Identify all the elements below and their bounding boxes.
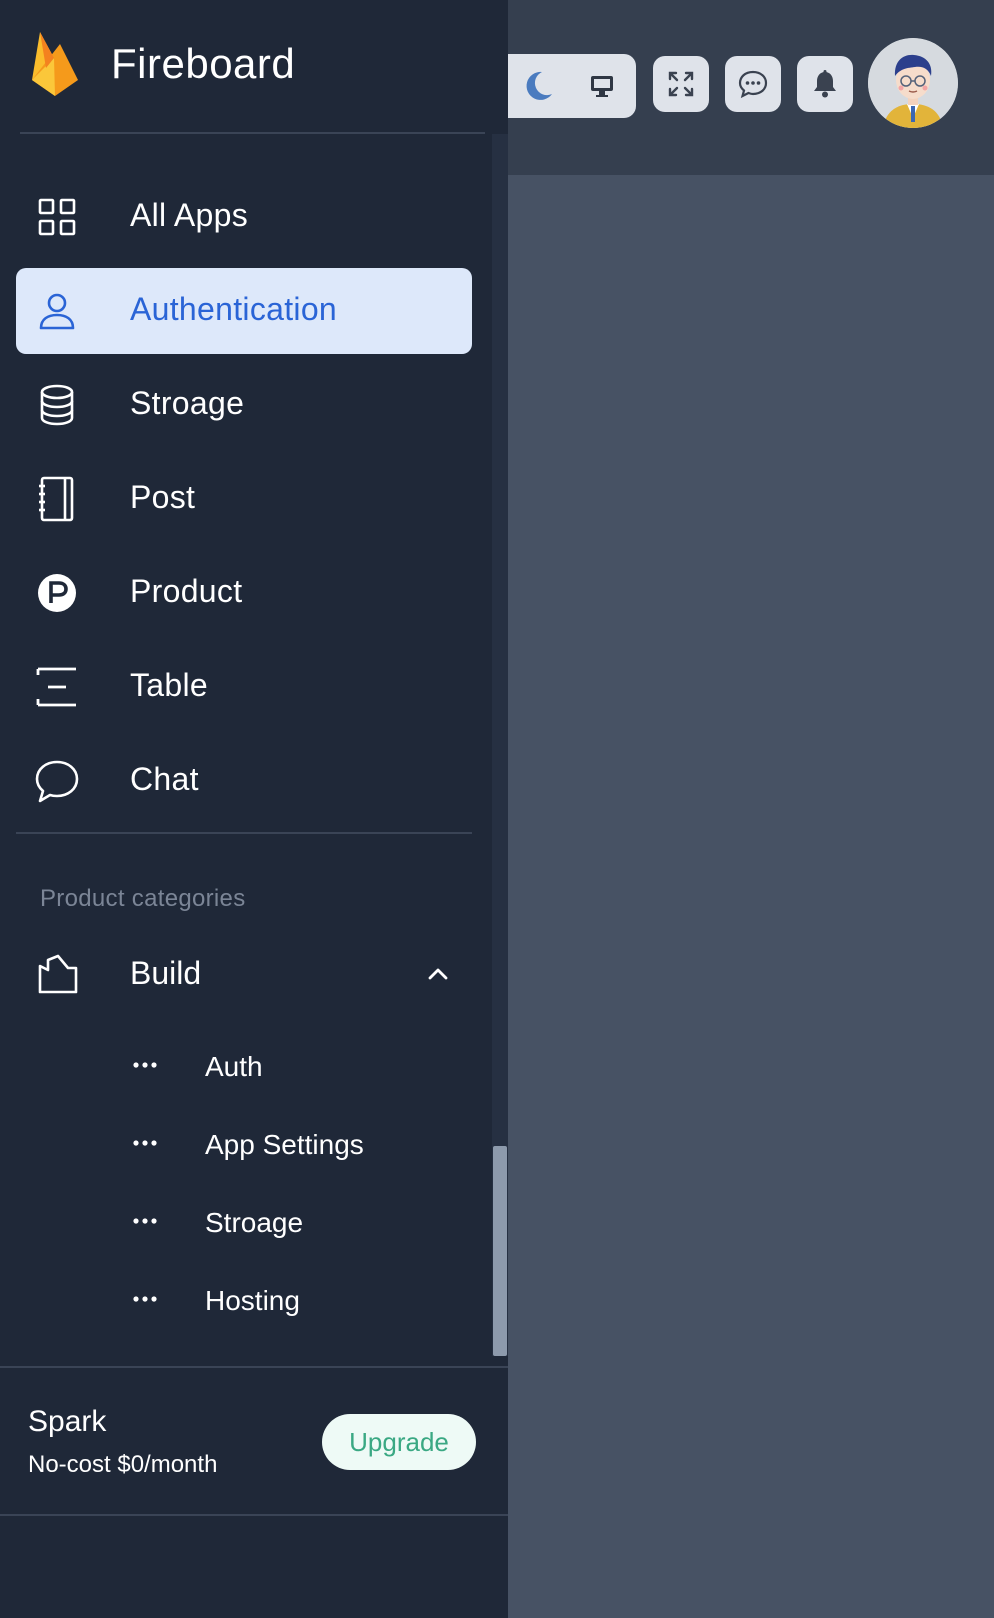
firebase-flame-icon bbox=[32, 32, 78, 96]
build-icon bbox=[38, 954, 78, 994]
sub-item-hosting[interactable]: Hosting bbox=[120, 1268, 470, 1332]
divider bbox=[0, 1514, 508, 1516]
grid-icon bbox=[34, 194, 80, 240]
divider bbox=[16, 832, 472, 834]
messages-button[interactable] bbox=[725, 56, 781, 112]
nav-item-authentication[interactable]: Authentication bbox=[16, 268, 472, 354]
nav-item-all-apps[interactable]: All Apps bbox=[16, 174, 472, 260]
chat-icon bbox=[738, 70, 768, 99]
nav-item-table[interactable]: Table bbox=[16, 644, 472, 730]
monitor-icon[interactable] bbox=[588, 72, 616, 100]
plan-name: Spark bbox=[28, 1405, 107, 1438]
notebook-icon bbox=[34, 476, 80, 522]
sub-item-label: App Settings bbox=[205, 1129, 364, 1160]
sidebar: Fireboard All Apps Authentication Stroag… bbox=[0, 0, 508, 1618]
nav-group-build[interactable]: Build bbox=[16, 932, 472, 1018]
nav-item-label: Authentication bbox=[130, 291, 338, 327]
plan-price: No-cost $0/month bbox=[28, 1451, 218, 1478]
bell-icon bbox=[814, 70, 836, 98]
nav-item-storage[interactable]: Stroage bbox=[16, 362, 472, 448]
product-p-icon bbox=[34, 570, 80, 616]
divider bbox=[20, 132, 485, 134]
fullscreen-button[interactable] bbox=[653, 56, 709, 112]
nav-item-label: Post bbox=[130, 479, 196, 515]
nav-item-product[interactable]: Product bbox=[16, 550, 472, 636]
section-title: Product categories bbox=[40, 885, 246, 912]
dots-icon bbox=[133, 1296, 157, 1302]
chat-bubble-icon bbox=[34, 758, 80, 804]
sub-item-label: Stroage bbox=[205, 1207, 304, 1238]
nav-group-label: Build bbox=[130, 955, 202, 991]
sub-item-label: Auth bbox=[205, 1051, 263, 1082]
dots-icon bbox=[133, 1140, 157, 1146]
sub-item-auth[interactable]: Auth bbox=[120, 1034, 470, 1098]
user-icon bbox=[34, 288, 80, 334]
nav-item-label: Stroage bbox=[130, 385, 245, 421]
table-icon bbox=[34, 664, 80, 710]
upgrade-button[interactable]: Upgrade bbox=[322, 1414, 476, 1470]
database-icon bbox=[34, 382, 80, 428]
nav-item-label: Table bbox=[130, 667, 208, 703]
nav-item-post[interactable]: Post bbox=[16, 456, 472, 542]
nav-item-label: Chat bbox=[130, 761, 199, 797]
avatar[interactable] bbox=[868, 38, 958, 128]
theme-toggle[interactable] bbox=[498, 54, 636, 118]
brand[interactable]: Fireboard bbox=[0, 0, 508, 133]
dots-icon bbox=[133, 1062, 157, 1068]
moon-icon[interactable] bbox=[520, 68, 556, 104]
dots-icon bbox=[133, 1218, 157, 1224]
divider bbox=[0, 1366, 508, 1368]
sub-item-storage[interactable]: Stroage bbox=[120, 1190, 470, 1254]
nav-item-label: All Apps bbox=[130, 197, 249, 233]
chevron-up-icon[interactable] bbox=[424, 960, 452, 988]
nav-item-chat[interactable]: Chat bbox=[16, 738, 472, 824]
nav-item-label: Product bbox=[130, 573, 243, 609]
brand-title: Fireboard bbox=[111, 40, 296, 87]
user-avatar-icon bbox=[868, 38, 958, 128]
fullscreen-icon bbox=[668, 71, 694, 97]
sub-item-app-settings[interactable]: App Settings bbox=[120, 1112, 470, 1176]
sub-item-label: Hosting bbox=[205, 1285, 300, 1316]
scrollbar-thumb[interactable] bbox=[493, 1146, 507, 1356]
notifications-button[interactable] bbox=[797, 56, 853, 112]
